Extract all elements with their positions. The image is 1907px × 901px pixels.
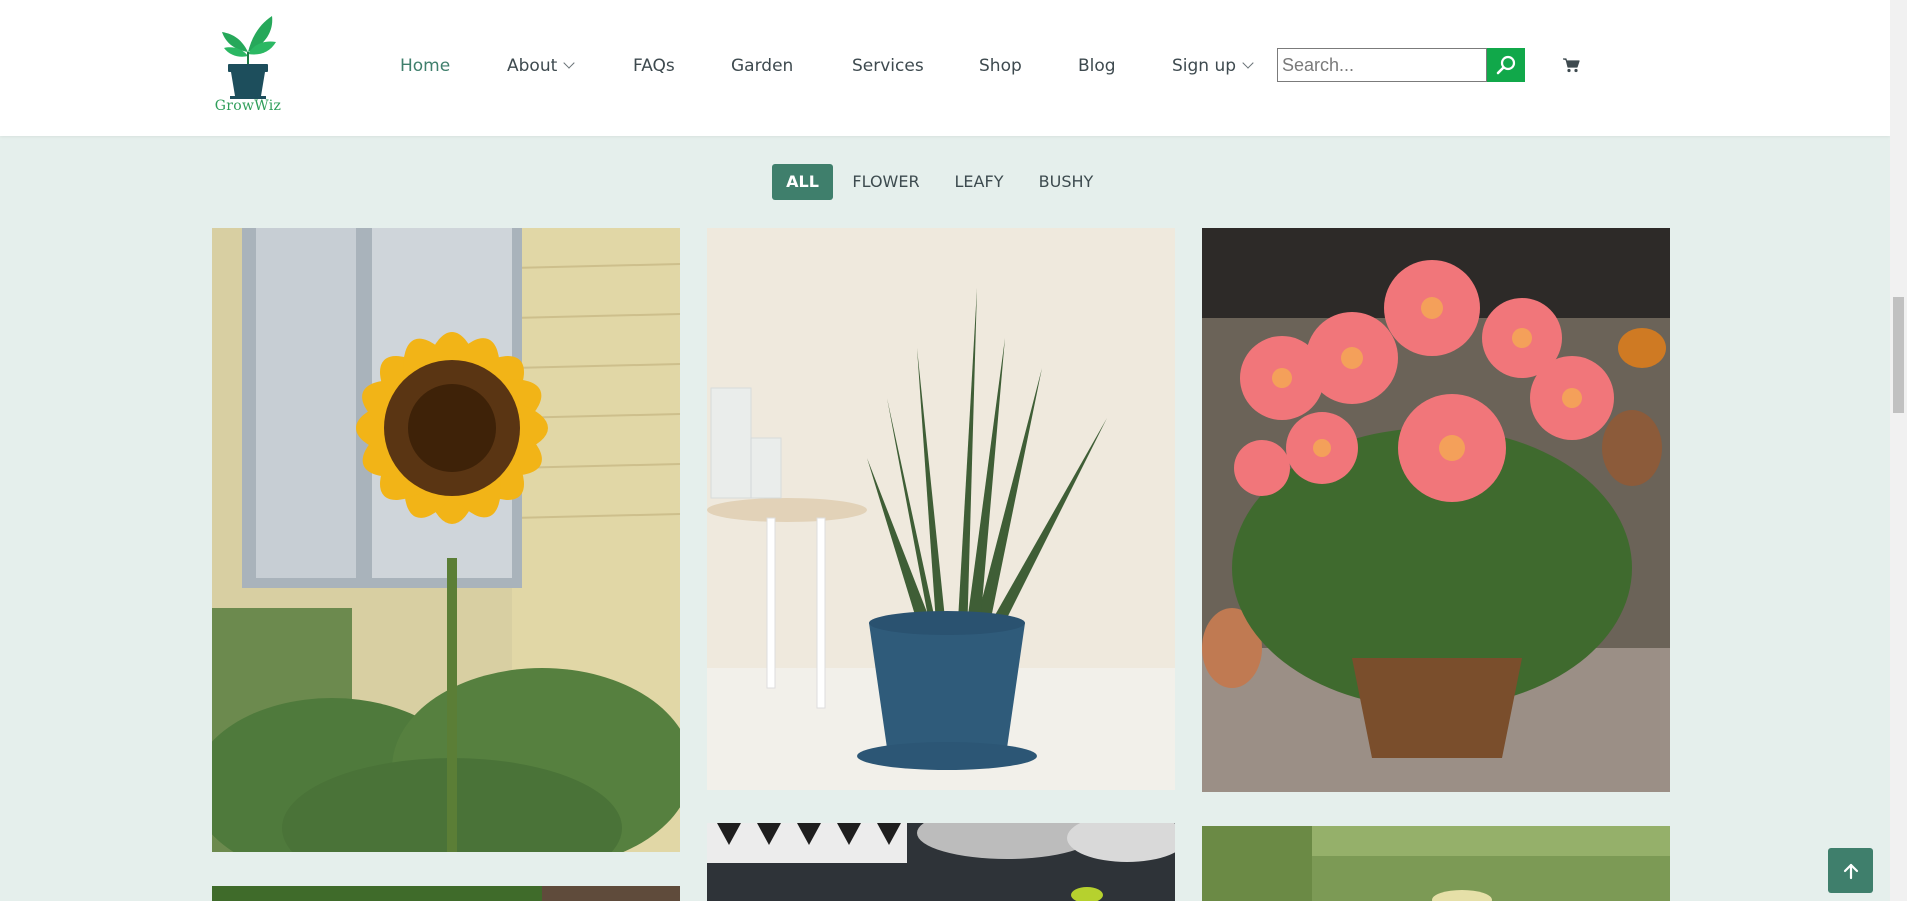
page-scrollbar-track[interactable]	[1890, 0, 1907, 901]
nav-sign-up-label: Sign up	[1172, 56, 1237, 76]
nav-services[interactable]: Services	[852, 54, 924, 78]
gallery-image-garden-plant[interactable]	[1202, 826, 1670, 901]
nav-shop-label: Shop	[979, 56, 1022, 76]
chevron-down-icon	[563, 57, 575, 69]
plant-on-cushions-photo	[707, 823, 1175, 901]
page-scrollbar-thumb[interactable]	[1893, 297, 1904, 413]
nav-garden[interactable]: Garden	[731, 54, 793, 78]
nav-blog-label: Blog	[1078, 56, 1116, 76]
gallery-image-snake-plant[interactable]	[707, 228, 1175, 790]
nav-faqs[interactable]: FAQs	[633, 54, 675, 78]
search-icon	[1496, 55, 1516, 75]
filter-all[interactable]: ALL	[772, 164, 833, 200]
filter-bushy[interactable]: BUSHY	[1034, 164, 1098, 200]
nav-sign-up[interactable]: Sign up	[1172, 54, 1254, 78]
search-button[interactable]	[1487, 48, 1525, 82]
brand-name: GrowWiz	[214, 98, 282, 114]
nav-faqs-label: FAQs	[633, 56, 675, 76]
plant-pot-logo-icon	[222, 16, 276, 99]
dahlias-photo	[1202, 228, 1670, 792]
gallery-image-leafy-plant[interactable]	[212, 886, 680, 901]
site-header: GrowWiz Home About FAQs Garden Services …	[0, 0, 1890, 136]
leafy-plant-photo	[212, 886, 680, 901]
filter-leafy[interactable]: LEAFY	[950, 164, 1008, 200]
cart-icon	[1563, 58, 1580, 73]
chevron-down-icon	[1242, 57, 1254, 69]
arrow-up-icon	[1843, 863, 1858, 879]
nav-about[interactable]: About	[507, 54, 575, 78]
nav-blog[interactable]: Blog	[1078, 54, 1116, 78]
nav-home[interactable]: Home	[400, 54, 450, 78]
gallery-image-sunflower[interactable]	[212, 228, 680, 852]
gallery-image-dahlias[interactable]	[1202, 228, 1670, 792]
brand-logo[interactable]: GrowWiz	[212, 10, 284, 120]
cart-button[interactable]	[1562, 57, 1580, 73]
gallery-filters: ALL FLOWER LEAFY BUSHY	[0, 164, 1890, 200]
nav-shop[interactable]: Shop	[979, 54, 1022, 78]
search-input[interactable]	[1278, 49, 1486, 81]
nav-home-label: Home	[400, 56, 451, 76]
garden-plant-photo	[1202, 826, 1670, 901]
back-to-top-button[interactable]	[1828, 848, 1873, 893]
nav-garden-label: Garden	[731, 56, 794, 76]
nav-services-label: Services	[852, 56, 924, 76]
gallery-image-plant-on-cushions[interactable]	[707, 823, 1175, 901]
snake-plant-photo	[707, 228, 1175, 790]
filter-flower[interactable]: FLOWER	[848, 164, 924, 200]
search-box	[1277, 48, 1487, 82]
nav-about-label: About	[507, 56, 558, 76]
sunflower-photo	[212, 228, 680, 852]
